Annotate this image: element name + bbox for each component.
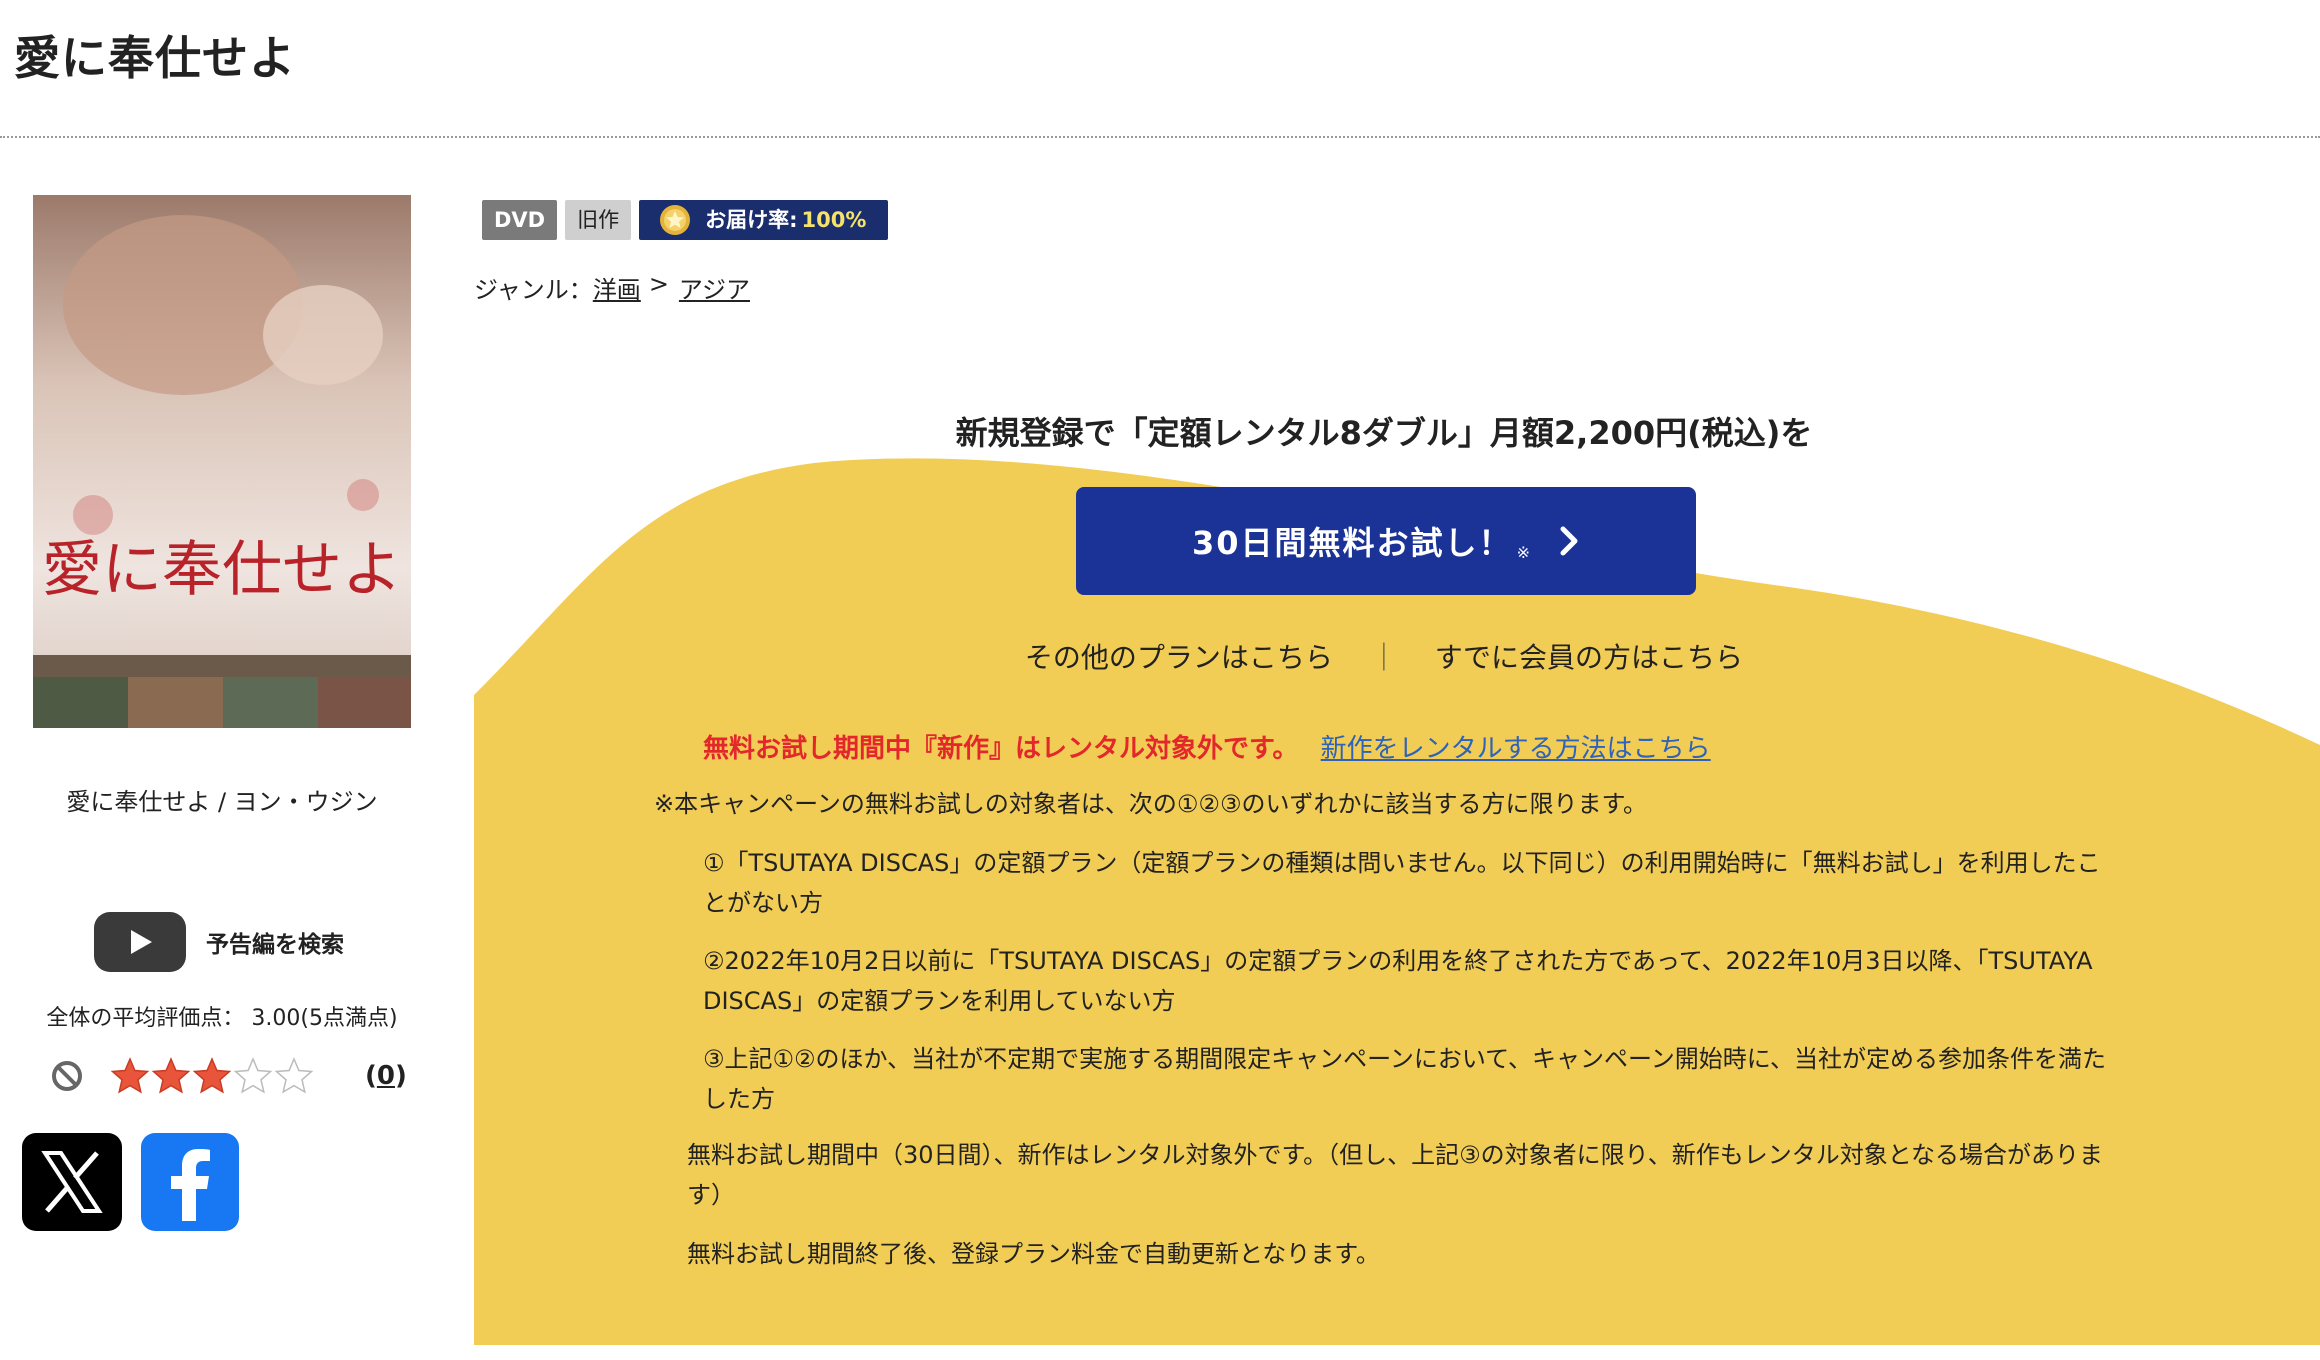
- facebook-logo-icon: [171, 1149, 210, 1221]
- share-facebook-button[interactable]: [141, 1133, 239, 1231]
- star-filled-icon: [151, 1057, 191, 1094]
- genre-link-asia[interactable]: アジア: [679, 270, 750, 305]
- review-count-value[interactable]: 0: [377, 1061, 395, 1091]
- medal-icon: [660, 205, 691, 235]
- badge-row: DVD 旧作 お届け率: 100%: [482, 200, 896, 242]
- x-logo-icon: [41, 1151, 103, 1213]
- auto-renew-note: 無料お試し期間終了後、登録プラン料金で自動更新となります。: [687, 1240, 1380, 1268]
- eligibility-condition-3: ③上記①②のほか、当社が不定期で実施する期間限定キャンペーンにおいて、キャンペー…: [703, 1045, 2107, 1113]
- rating-row: (0): [50, 1054, 407, 1098]
- old-release-badge: 旧作: [565, 200, 632, 240]
- free-trial-label: 30日間無料お試し！: [1192, 524, 1513, 562]
- campaign-headline: 新規登録で「定額レンタル8ダブル」月額2,200円(税込)を: [955, 414, 1813, 452]
- poster-image: 愛に奉仕せよ: [33, 195, 411, 728]
- star-empty-icon: [233, 1057, 273, 1094]
- poster-title: 愛に奉仕せよ: [42, 535, 402, 605]
- star-empty-icon: [274, 1057, 314, 1094]
- delivery-rate-value: 100%: [801, 208, 867, 232]
- average-rating-text: 全体の平均評価点： 3.00(5点満点): [46, 1006, 398, 1031]
- youtube-play-icon: [94, 912, 186, 972]
- title-divider: [0, 136, 2320, 138]
- free-trial-button[interactable]: 30日間無料お試し！ ※: [1076, 487, 1696, 595]
- plan-links-row: その他のプランはこちら ｜ すでに会員の方はこちら: [474, 636, 2294, 676]
- new-release-warning: 無料お試し期間中『新作』はレンタル対象外です。: [703, 734, 1299, 764]
- delivery-rate-label: お届け率:: [705, 208, 798, 232]
- free-trial-note-mark: ※: [1516, 542, 1530, 562]
- genre-separator: >: [648, 270, 669, 298]
- star-filled-icon: [110, 1057, 150, 1094]
- product-poster[interactable]: 愛に奉仕せよ: [33, 195, 411, 728]
- dvd-badge: DVD: [482, 200, 558, 240]
- review-count[interactable]: (0): [365, 1061, 407, 1091]
- new-release-notice: 無料お試し期間中『新作』はレンタル対象外です。 新作をレンタルする方法はこちら: [703, 728, 1711, 765]
- links-separator: ｜: [1369, 641, 1398, 674]
- rating-stars: [110, 1056, 315, 1096]
- trailer-search-label: 予告編を検索: [206, 932, 344, 958]
- trial-period-note: 無料お試し期間中（30日間）、新作はレンタル対象外です。（但し、上記③の対象者に…: [687, 1141, 2103, 1209]
- genre-label: ジャンル：: [474, 276, 593, 304]
- campaign-eligibility-intro: ※本キャンペーンの無料お試しの対象者は、次の①②③のいずれかに該当する方に限りま…: [654, 790, 1648, 818]
- eligibility-condition-1: ①「TSUTAYA DISCAS」の定額プラン（定額プランの種類は問いません。以…: [703, 849, 2101, 917]
- star-filled-icon: [192, 1057, 232, 1094]
- eligibility-condition-2: ②2022年10月2日以前に「TSUTAYA DISCAS」の定額プランの利用を…: [703, 947, 2093, 1015]
- new-release-rental-link[interactable]: 新作をレンタルする方法はこちら: [1321, 734, 1711, 764]
- delivery-rate-badge: お届け率: 100%: [639, 200, 889, 240]
- product-caption[interactable]: 愛に奉仕せよ / ヨン・ウジン: [0, 782, 444, 817]
- page-title: 愛に奉仕せよ: [14, 31, 296, 85]
- share-x-button[interactable]: [22, 1133, 122, 1231]
- genre-link-western[interactable]: 洋画: [593, 270, 641, 305]
- trailer-search-link[interactable]: 予告編を検索: [94, 912, 344, 972]
- chevron-right-icon: [1560, 526, 1578, 556]
- other-plans-link[interactable]: その他のプランはこちら: [1025, 641, 1333, 674]
- member-login-link[interactable]: すでに会員の方はこちら: [1435, 641, 1743, 674]
- prohibited-icon[interactable]: [50, 1059, 84, 1093]
- genre-breadcrumb: ジャンル： 洋画 > アジア: [474, 270, 750, 305]
